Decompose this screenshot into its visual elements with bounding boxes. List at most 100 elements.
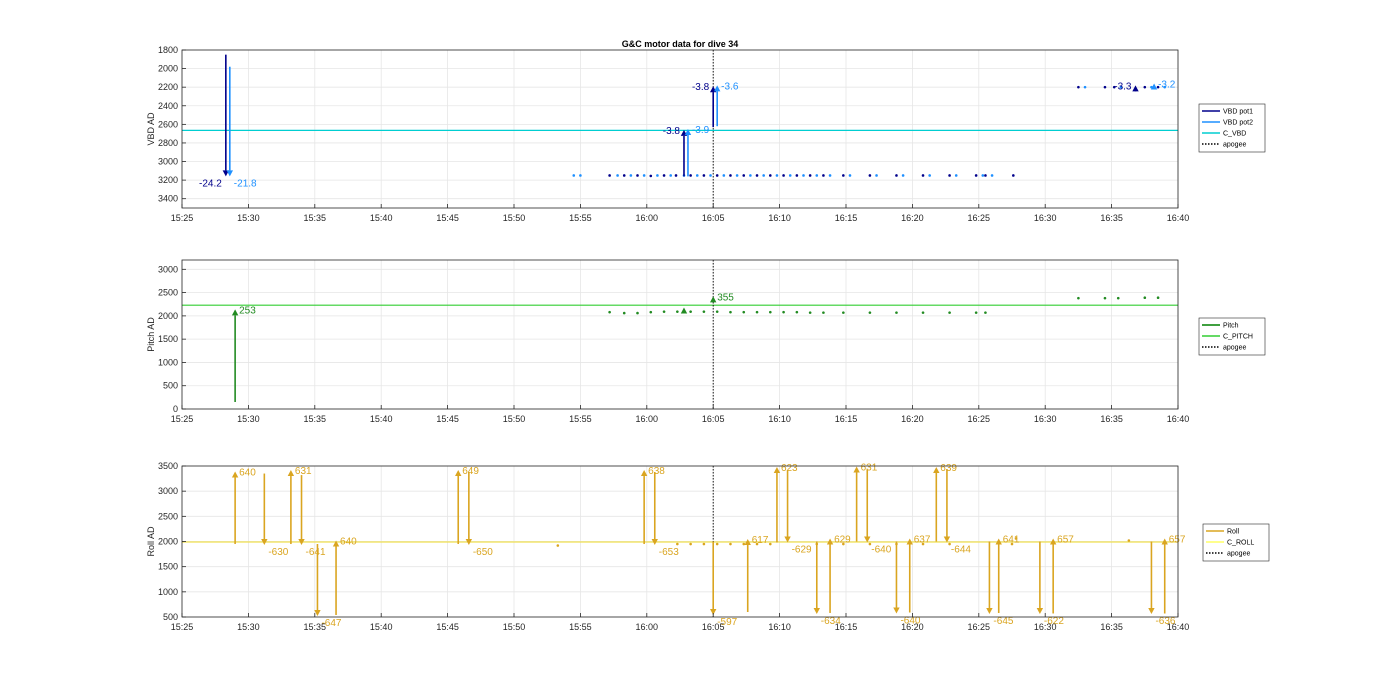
x-tick-label: 16:05 [702,622,725,632]
pitch-point [822,311,825,314]
vbd-pot1-point [689,174,692,177]
legend-label: VBD pot1 [1223,109,1253,116]
pitch-point [676,310,679,313]
x-tick-label: 16:40 [1167,622,1190,632]
move-label: -653 [659,547,679,558]
x-tick-label: 15:30 [237,414,260,424]
vbd-pot1-point [1012,174,1015,177]
move-label: -3.6 [721,81,739,92]
legend-label: apogee [1227,551,1250,558]
y-axis-label: Pitch AD [146,317,156,352]
move-label: 638 [648,466,665,477]
move-label: -3.2 [1158,79,1176,90]
vbd-pot2-point [629,174,633,177]
legend-label: apogee [1223,142,1246,149]
x-tick-label: 15:35 [304,622,327,632]
roll-point [715,542,719,546]
move-label: 657 [1057,534,1074,545]
pitch-point [1143,296,1147,300]
y-tick-label: 2400 [158,101,178,111]
pitch-point [984,311,987,314]
legend-label: C_PITCH [1223,334,1253,341]
move-label: -640 [871,545,891,556]
x-tick-label: 16:25 [968,622,991,632]
vbd-pot2-point [848,174,852,177]
move-label: -24.2 [199,178,222,189]
x-tick-label: 15:25 [171,622,194,632]
x-tick-label: 15:45 [436,213,459,223]
x-tick-label: 16:25 [968,213,991,223]
vbd-pot1-point [636,174,639,177]
chart-title: G&C motor data for dive 34 [622,39,739,49]
vbd-pot2-point [695,174,699,177]
roll-point [729,542,732,546]
y-axis-label: Roll AD [146,526,156,557]
vbd-pot2-point [901,174,905,177]
move-label: 629 [834,534,851,545]
vbd-pot1-point [921,174,925,177]
vbd-pot2-point [875,174,878,177]
x-tick-label: 15:45 [436,622,459,632]
y-tick-label: 3400 [158,194,178,204]
move-label: 355 [717,292,734,303]
vbd-pot2-point [722,174,726,177]
x-tick-label: 15:35 [304,213,327,223]
pitch-point [636,311,639,315]
x-tick-label: 16:35 [1100,213,1123,223]
y-tick-label: 2500 [158,511,178,521]
vbd-pot2-point [990,174,994,177]
pitch-point [769,310,772,314]
pitch-point [662,310,666,313]
pitch-point [868,311,872,314]
vbd-pot2-point [669,174,673,177]
y-tick-label: 3200 [158,175,178,185]
roll-panel: 640-630631-641-647640649-650638-653-5976… [146,461,1270,632]
move-label: -3.8 [692,82,710,93]
pitch-point [948,311,951,314]
vbd-pot1-point [622,174,626,177]
vbd-pot1-point [742,174,746,177]
move-label: -3.3 [1114,81,1132,92]
pitch-point [974,311,978,314]
y-tick-label: 2500 [158,288,178,298]
y-tick-label: 2200 [158,82,178,92]
y-tick-label: 0 [173,404,178,414]
x-tick-label: 15:50 [503,414,526,424]
y-tick-label: 2800 [158,138,178,148]
x-tick-label: 16:10 [768,622,791,632]
x-tick-label: 15:55 [569,414,592,424]
pitch-point [921,311,925,314]
pitch-point [715,310,719,313]
pitch-point [795,310,799,314]
vbd-pot2-point [572,174,576,177]
legend-label: Roll [1227,529,1240,536]
x-tick-label: 15:45 [436,414,459,424]
x-tick-label: 16:30 [1034,213,1057,223]
vbd-pot2-point [981,174,985,177]
x-tick-label: 15:40 [370,414,393,424]
move-label: 637 [914,534,931,545]
x-tick-label: 16:35 [1100,622,1123,632]
vbd-pot2-point [775,174,779,177]
x-tick-label: 15:25 [171,414,194,424]
x-tick-label: 16:00 [636,414,659,424]
x-tick-label: 16:15 [835,213,858,223]
move-label: -650 [473,547,493,558]
vbd-pot2-point [709,174,712,177]
vbd-pot1-point [674,174,678,177]
vbd-pot1-point [608,174,611,177]
move-label: 641 [1003,534,1020,545]
legend-label: apogee [1223,345,1246,352]
plot-area [182,260,1178,409]
pitch-point [808,311,812,314]
pitch-point [1103,296,1107,300]
vbd-pot1-point [715,174,719,177]
vbd-pot2-point [762,174,765,177]
vbd-pot1-point [984,174,987,177]
vbd-pot2-point [1083,85,1087,89]
y-tick-label: 1500 [158,334,178,344]
vbd-pot1-point [868,174,872,177]
x-tick-label: 16:00 [636,622,659,632]
x-tick-label: 16:15 [835,622,858,632]
x-tick-label: 16:25 [968,414,991,424]
